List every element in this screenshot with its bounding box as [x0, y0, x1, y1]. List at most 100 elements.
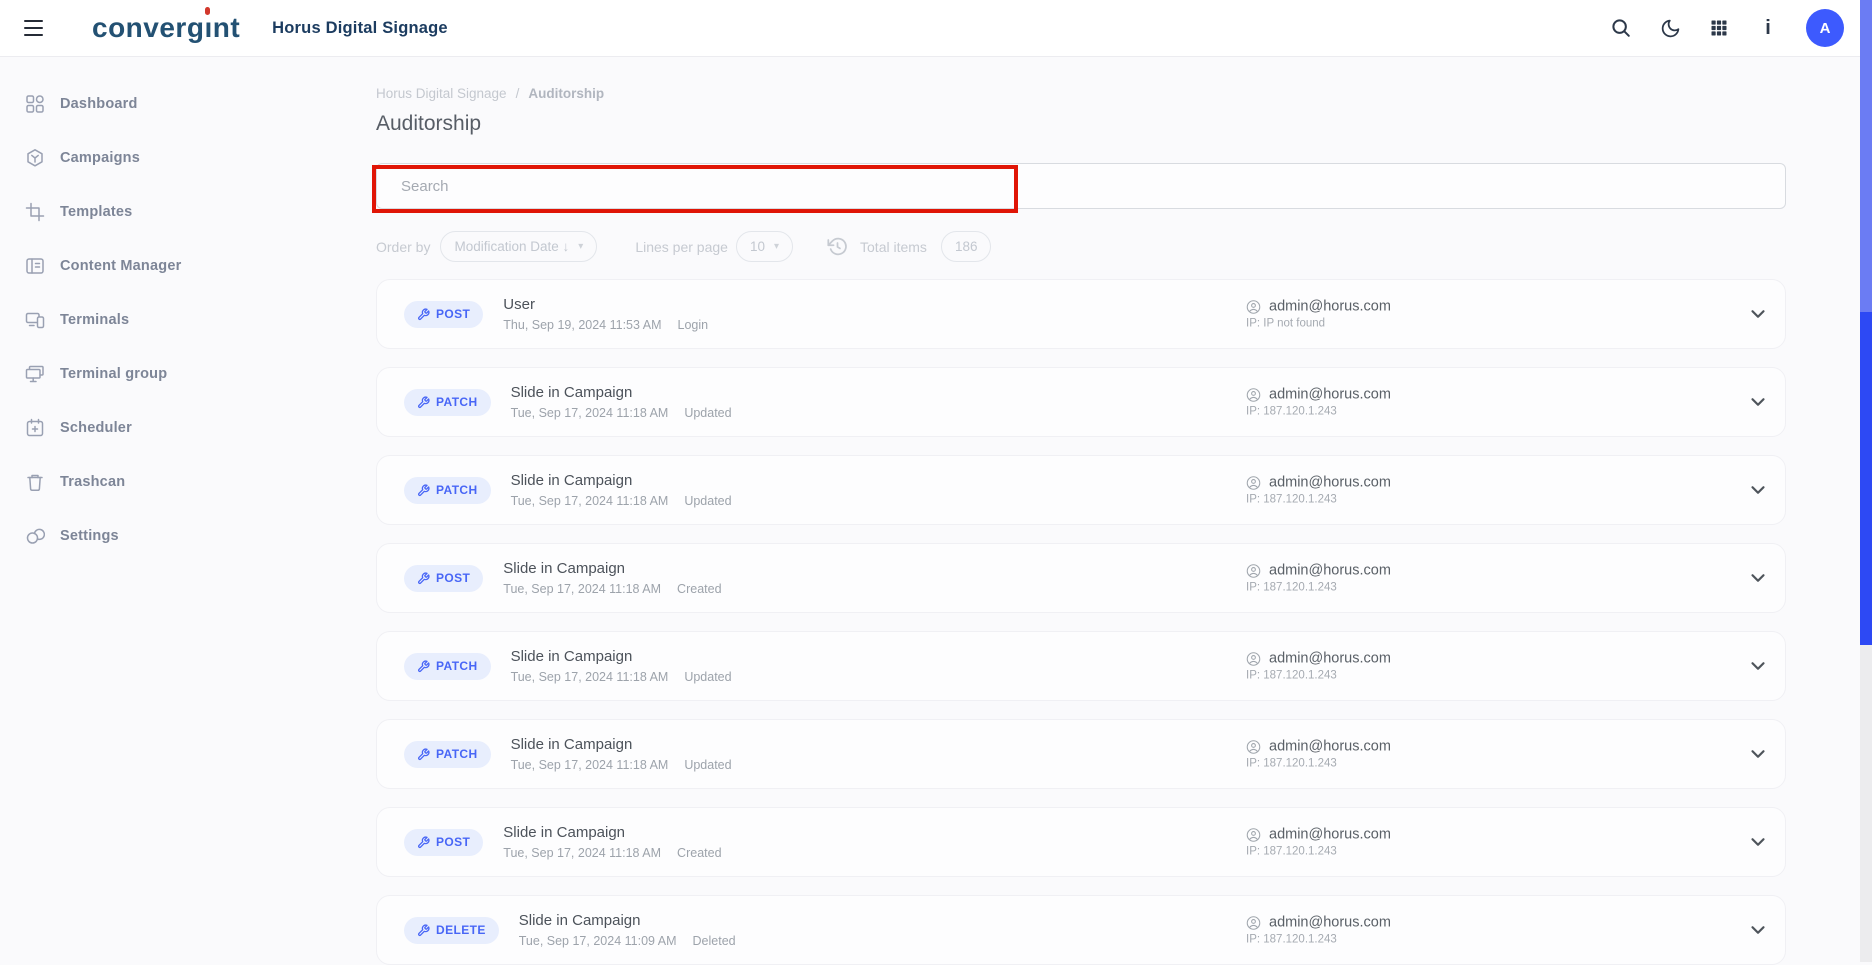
settings-icon: [25, 526, 45, 546]
wrench-icon: [417, 484, 430, 497]
sidebar-item-label: Campaigns: [60, 150, 140, 166]
dashboard-icon: [25, 94, 45, 114]
audit-entry-user-email: admin@horus.com: [1269, 827, 1391, 843]
caret-down-icon: ▾: [578, 241, 583, 252]
wrench-icon: [417, 924, 430, 937]
method-badge: POST: [404, 565, 483, 592]
audit-entry-user-email: admin@horus.com: [1269, 475, 1391, 491]
audit-entry-ip: IP: 187.120.1.243: [1246, 758, 1391, 770]
dark-mode-moon-icon[interactable]: [1659, 17, 1681, 39]
sidebar-item-trashcan[interactable]: Trashcan: [0, 455, 300, 509]
audit-entry-title: Slide in Campaign: [503, 824, 721, 841]
wrench-icon: [417, 396, 430, 409]
audit-entry-timestamp: Tue, Sep 17, 2024 11:18 AM: [511, 670, 669, 684]
page-scrollbar[interactable]: [1860, 0, 1872, 962]
sidebar-item-label: Trashcan: [60, 474, 125, 490]
total-items-label: Total items: [860, 239, 927, 255]
apps-grid-icon[interactable]: [1708, 17, 1730, 39]
method-label: POST: [436, 307, 470, 321]
sidebar-item-scheduler[interactable]: Scheduler: [0, 401, 300, 455]
audit-entry-action: Login: [678, 318, 709, 332]
app-title: Horus Digital Signage: [272, 19, 448, 38]
lines-per-page-select[interactable]: 10 ▾: [736, 231, 793, 262]
audit-entry-user-email: admin@horus.com: [1269, 387, 1391, 403]
search-input[interactable]: [376, 163, 1786, 209]
user-icon: [1246, 475, 1261, 490]
sidebar-item-label: Terminals: [60, 312, 129, 328]
audit-entry-action: Updated: [684, 494, 731, 508]
audit-log-row[interactable]: DELETE Slide in Campaign Tue, Sep 17, 20…: [376, 895, 1786, 965]
chevron-down-icon[interactable]: [1739, 559, 1777, 597]
audit-entry-timestamp: Tue, Sep 17, 2024 11:18 AM: [503, 582, 661, 596]
chevron-down-icon[interactable]: [1739, 911, 1777, 949]
content-manager-icon: [25, 256, 45, 276]
sidebar-item-dashboard[interactable]: Dashboard: [0, 77, 300, 131]
audit-entry-title: User: [503, 296, 708, 313]
terminal-group-icon: [25, 364, 45, 384]
sidebar-item-campaigns[interactable]: Campaigns: [0, 131, 300, 185]
sidebar-item-label: Content Manager: [60, 258, 181, 274]
method-label: POST: [436, 571, 470, 585]
chevron-down-icon[interactable]: [1739, 471, 1777, 509]
order-by-select[interactable]: Modification Date ↓ ▾: [440, 231, 597, 262]
method-badge: PATCH: [404, 653, 491, 680]
brand-logo: convergınt: [92, 14, 240, 42]
user-icon: [1246, 387, 1261, 402]
history-clock-icon: [827, 236, 848, 257]
breadcrumb-current: Auditorship: [528, 86, 604, 101]
audit-entry-user-block: admin@horus.com IP: 187.120.1.243: [1246, 739, 1391, 770]
search-icon[interactable]: [1610, 17, 1632, 39]
audit-log-row[interactable]: POST Slide in Campaign Tue, Sep 17, 2024…: [376, 807, 1786, 877]
hamburger-menu-icon[interactable]: [24, 20, 46, 37]
templates-icon: [25, 202, 45, 222]
audit-entry-user-email: admin@horus.com: [1269, 739, 1391, 755]
sidebar-item-terminal-group[interactable]: Terminal group: [0, 347, 300, 401]
sidebar-item-label: Settings: [60, 528, 119, 544]
chevron-down-icon[interactable]: [1739, 823, 1777, 861]
info-icon[interactable]: i: [1757, 17, 1779, 39]
method-badge: PATCH: [404, 477, 491, 504]
wrench-icon: [417, 836, 430, 849]
sidebar: Dashboard Campaigns Templates Content Manag…: [0, 57, 300, 962]
chevron-down-icon[interactable]: [1739, 295, 1777, 333]
scrollbar-thumb[interactable]: [1860, 312, 1872, 645]
sidebar-item-terminals[interactable]: Terminals: [0, 293, 300, 347]
audit-log-row[interactable]: PATCH Slide in Campaign Tue, Sep 17, 202…: [376, 631, 1786, 701]
audit-log-row[interactable]: PATCH Slide in Campaign Tue, Sep 17, 202…: [376, 367, 1786, 437]
audit-log-row[interactable]: PATCH Slide in Campaign Tue, Sep 17, 202…: [376, 719, 1786, 789]
brand-logo-i: ı: [204, 14, 212, 42]
scrollbar-thumb-top[interactable]: [1860, 0, 1872, 312]
audit-log-row[interactable]: POST Slide in Campaign Tue, Sep 17, 2024…: [376, 543, 1786, 613]
method-badge: PATCH: [404, 389, 491, 416]
breadcrumb-root[interactable]: Horus Digital Signage: [376, 86, 507, 101]
method-label: PATCH: [436, 483, 478, 497]
audit-log-row[interactable]: POST User Thu, Sep 19, 2024 11:53 AM Log…: [376, 279, 1786, 349]
sidebar-item-content-manager[interactable]: Content Manager: [0, 239, 300, 293]
sidebar-item-settings[interactable]: Settings: [0, 509, 300, 563]
wrench-icon: [417, 308, 430, 321]
audit-entry-user-email: admin@horus.com: [1269, 651, 1391, 667]
audit-log-row[interactable]: PATCH Slide in Campaign Tue, Sep 17, 202…: [376, 455, 1786, 525]
audit-entry-user-block: admin@horus.com IP: 187.120.1.243: [1246, 387, 1391, 418]
terminals-icon: [25, 310, 45, 330]
user-icon: [1246, 739, 1261, 754]
sidebar-item-label: Templates: [60, 204, 132, 220]
wrench-icon: [417, 748, 430, 761]
audit-entry-action: Created: [677, 582, 721, 596]
trashcan-icon: [25, 472, 45, 492]
audit-entry-timestamp: Tue, Sep 17, 2024 11:18 AM: [511, 494, 669, 508]
method-label: PATCH: [436, 395, 478, 409]
user-icon: [1246, 915, 1261, 930]
chevron-down-icon[interactable]: [1739, 647, 1777, 685]
avatar[interactable]: A: [1806, 9, 1844, 47]
topbar-actions: i A: [1610, 9, 1872, 47]
audit-entry-user-email: admin@horus.com: [1269, 299, 1391, 315]
audit-entry-ip: IP: 187.120.1.243: [1246, 934, 1391, 946]
audit-entry-timestamp: Thu, Sep 19, 2024 11:53 AM: [503, 318, 661, 332]
wrench-icon: [417, 572, 430, 585]
method-badge: POST: [404, 829, 483, 856]
sidebar-item-templates[interactable]: Templates: [0, 185, 300, 239]
chevron-down-icon[interactable]: [1739, 383, 1777, 421]
chevron-down-icon[interactable]: [1739, 735, 1777, 773]
audit-entry-timestamp: Tue, Sep 17, 2024 11:09 AM: [519, 934, 677, 948]
